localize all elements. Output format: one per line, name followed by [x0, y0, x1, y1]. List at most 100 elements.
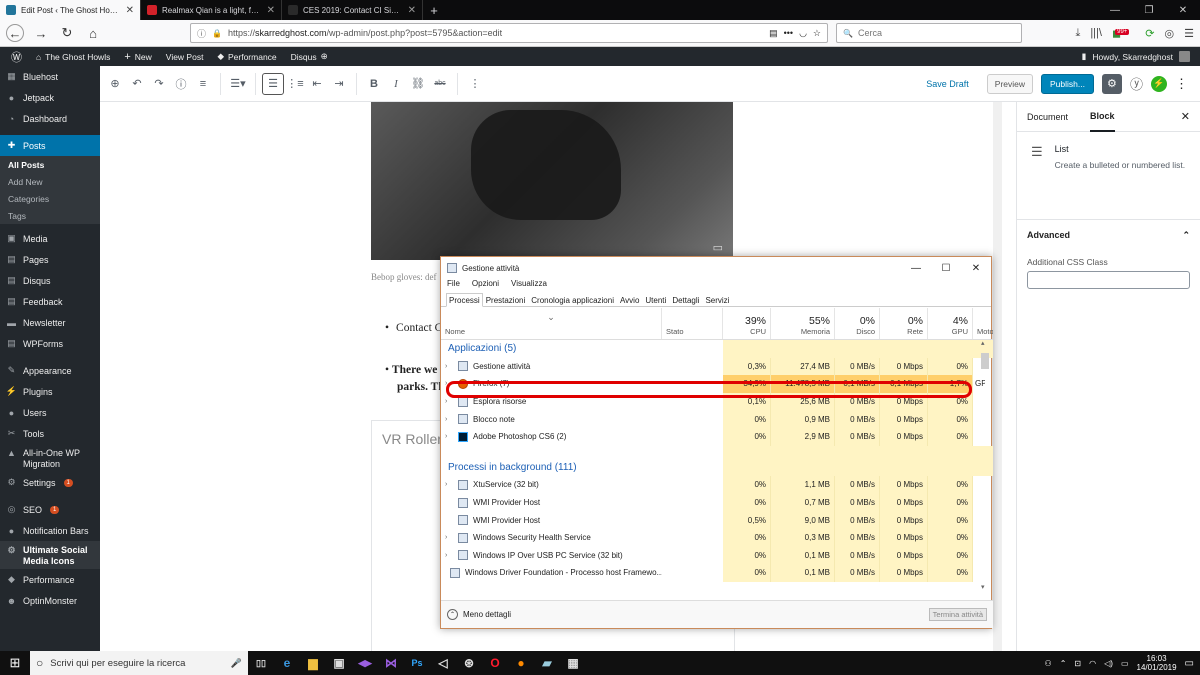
- menu-item[interactable]: Visualizza: [511, 279, 547, 291]
- column-moto[interactable]: Moto: [973, 308, 993, 339]
- visual-studio-icon[interactable]: ◀▶: [352, 651, 378, 675]
- redo-icon[interactable]: ↷: [148, 73, 170, 95]
- sidebar-item[interactable]: ◆ Performance: [0, 569, 100, 590]
- sidebar-item[interactable]: ⚡ Plugins: [0, 381, 100, 402]
- reload-button[interactable]: ↻: [58, 24, 76, 42]
- adminbar-new[interactable]: + New: [117, 51, 158, 63]
- more-icon[interactable]: •••: [784, 28, 793, 38]
- notes-icon[interactable]: ▮: [1082, 51, 1087, 62]
- process-row[interactable]: WMI Provider Host 0% 0,7 MB 0 MB/s 0 Mbps 0%: [441, 493, 993, 512]
- task-manager-tab[interactable]: Dettagli: [669, 293, 702, 307]
- browser-tab[interactable]: CES 2019: Contact CI Simulates the Sense…: [282, 0, 423, 20]
- minimize-icon[interactable]: —: [901, 263, 931, 274]
- numbered-list-icon[interactable]: ⋮≡: [284, 73, 306, 95]
- taskbar-search[interactable]: ○ Scrivi qui per eseguire la ricerca 🎤: [30, 651, 248, 675]
- home-button[interactable]: ⌂: [84, 24, 102, 42]
- close-window-icon[interactable]: ✕: [961, 263, 991, 274]
- process-row[interactable]: › Adobe Photoshop CS6 (2) 0% 2,9 MB 0 MB/s 0 …: [441, 427, 993, 446]
- process-row[interactable]: Windows Driver Foundation - Processo hos…: [441, 564, 993, 582]
- minimize-icon[interactable]: —: [1098, 5, 1132, 16]
- scroll-down-icon[interactable]: ▾: [981, 583, 985, 591]
- sidebar-item[interactable]: ● Users: [0, 402, 100, 423]
- close-window-icon[interactable]: ✕: [1166, 5, 1200, 16]
- bold-icon[interactable]: B: [363, 73, 385, 95]
- column-gpu[interactable]: 4% GPU: [928, 308, 973, 339]
- end-task-button[interactable]: Termina attività: [928, 608, 987, 621]
- url-bar[interactable]: ⓘ 🔒 https://skarredghost.com/wp-admin/post…: [190, 23, 828, 43]
- scrollbar-thumb[interactable]: [981, 353, 989, 369]
- indent-icon[interactable]: ⇥: [328, 73, 350, 95]
- submenu-item[interactable]: Categories: [0, 190, 100, 207]
- menu-icon[interactable]: ☰: [1184, 27, 1194, 40]
- forward-button[interactable]: →: [32, 24, 50, 42]
- task-manager-tab[interactable]: Cronologia applicazioni: [528, 293, 617, 307]
- close-tab-icon[interactable]: ✕: [267, 5, 275, 16]
- info-icon[interactable]: ⓘ: [197, 27, 206, 40]
- close-tab-icon[interactable]: ✕: [126, 5, 134, 16]
- settings-gear-icon[interactable]: ⚙: [1101, 73, 1122, 94]
- process-row[interactable]: WMI Provider Host 0,5% 9,0 MB 0 MB/s 0 Mbps 0…: [441, 511, 993, 529]
- edge-icon[interactable]: e: [274, 651, 300, 675]
- submenu-item[interactable]: Tags: [0, 207, 100, 224]
- wordpress-logo-icon[interactable]: Ⓦ: [4, 49, 29, 65]
- column-mem[interactable]: 55% Memoria: [771, 308, 835, 339]
- task-manager-tab[interactable]: Processi: [446, 293, 483, 307]
- restore-icon[interactable]: ❐: [1132, 5, 1166, 16]
- advanced-toggle[interactable]: Advanced ⌃: [1017, 220, 1200, 251]
- sidebar-item[interactable]: ◔ Dashboard: [0, 108, 100, 129]
- scroll-up-icon[interactable]: ▴: [981, 339, 985, 347]
- downloads-icon[interactable]: ⤓: [1075, 27, 1080, 40]
- microphone-icon[interactable]: 🎤: [231, 658, 242, 669]
- sync-icon[interactable]: ⟳: [1145, 27, 1154, 40]
- bulleted-list-icon[interactable]: ☰: [262, 72, 284, 95]
- column-name[interactable]: ⌄ Nome: [441, 308, 662, 339]
- save-draft-button[interactable]: Save Draft: [926, 79, 969, 89]
- vs-code-icon[interactable]: ⋈: [378, 651, 404, 675]
- sidebar-item[interactable]: ⚙ Settings 1: [0, 472, 100, 493]
- adminbar-view-post[interactable]: View Post: [159, 52, 211, 62]
- task-view-icon[interactable]: ▯▯: [248, 651, 274, 675]
- maximize-icon[interactable]: ☐: [931, 263, 961, 274]
- italic-icon[interactable]: I: [385, 73, 407, 95]
- search-bar[interactable]: 🔍 Cerca: [836, 23, 1022, 43]
- library-icon[interactable]: |||\: [1090, 27, 1102, 39]
- expand-chevron-icon[interactable]: ›: [445, 363, 453, 370]
- bookmark-star-icon[interactable]: ☆: [813, 28, 821, 39]
- close-panel-icon[interactable]: ✕: [1181, 110, 1190, 123]
- sidebar-item[interactable]: ✚ Posts: [0, 135, 100, 156]
- explorer-icon[interactable]: ▆: [300, 651, 326, 675]
- opera-icon[interactable]: O: [482, 651, 508, 675]
- back-button[interactable]: ←: [6, 24, 24, 42]
- column-cpu[interactable]: 39% CPU: [723, 308, 771, 339]
- expand-chevron-icon[interactable]: ›: [445, 534, 453, 541]
- outdent-icon[interactable]: ⇤: [306, 73, 328, 95]
- pocket-icon[interactable]: ◡: [799, 28, 807, 39]
- more-options-icon[interactable]: ⋮: [464, 73, 486, 95]
- submenu-item[interactable]: Add New: [0, 173, 100, 190]
- process-row[interactable]: › XtuService (32 bit) 0% 1,1 MB 0 MB/s 0 Mbps…: [441, 476, 993, 494]
- sidebar-item[interactable]: ▣ Media: [0, 228, 100, 249]
- strikethrough-icon[interactable]: abc: [429, 73, 451, 95]
- sidebar-item[interactable]: ⚙ Ultimate Social Media Icons: [0, 541, 100, 569]
- expand-chevron-icon[interactable]: ›: [445, 552, 453, 559]
- expand-chevron-icon[interactable]: ›: [445, 416, 453, 423]
- column-net[interactable]: 0% Rete: [880, 308, 928, 339]
- publish-button[interactable]: Publish...: [1041, 73, 1094, 94]
- start-button[interactable]: ⊞: [0, 651, 30, 675]
- notification-center-icon[interactable]: ▭: [1185, 658, 1194, 669]
- jetpack-icon[interactable]: ⚡: [1151, 75, 1167, 92]
- sidebar-item[interactable]: ▤ WPForms: [0, 333, 100, 354]
- close-tab-icon[interactable]: ✕: [408, 5, 416, 16]
- process-row[interactable]: › Esplora risorse 0,1% 25,6 MB 0 MB/s 0 Mbps 0…: [441, 392, 993, 411]
- people-icon[interactable]: ⚇: [1045, 659, 1052, 668]
- process-row[interactable]: › Firefox (7) 34,9% 11.478,5 MB 0,1 MB/s 0,1 …: [441, 375, 993, 393]
- submenu-item[interactable]: All Posts: [0, 156, 100, 173]
- clock[interactable]: 16:03 14/01/2019: [1137, 654, 1177, 672]
- sidebar-item[interactable]: ✂ Tools: [0, 423, 100, 444]
- preview-button[interactable]: Preview: [986, 73, 1034, 94]
- more-menu-icon[interactable]: ⋮: [1175, 76, 1188, 92]
- expand-chevron-icon[interactable]: ›: [445, 481, 453, 488]
- sidebar-item[interactable]: ▤ Disqus: [0, 270, 100, 291]
- post-image[interactable]: ▭: [371, 102, 733, 260]
- language-icon[interactable]: ▭: [1121, 659, 1129, 668]
